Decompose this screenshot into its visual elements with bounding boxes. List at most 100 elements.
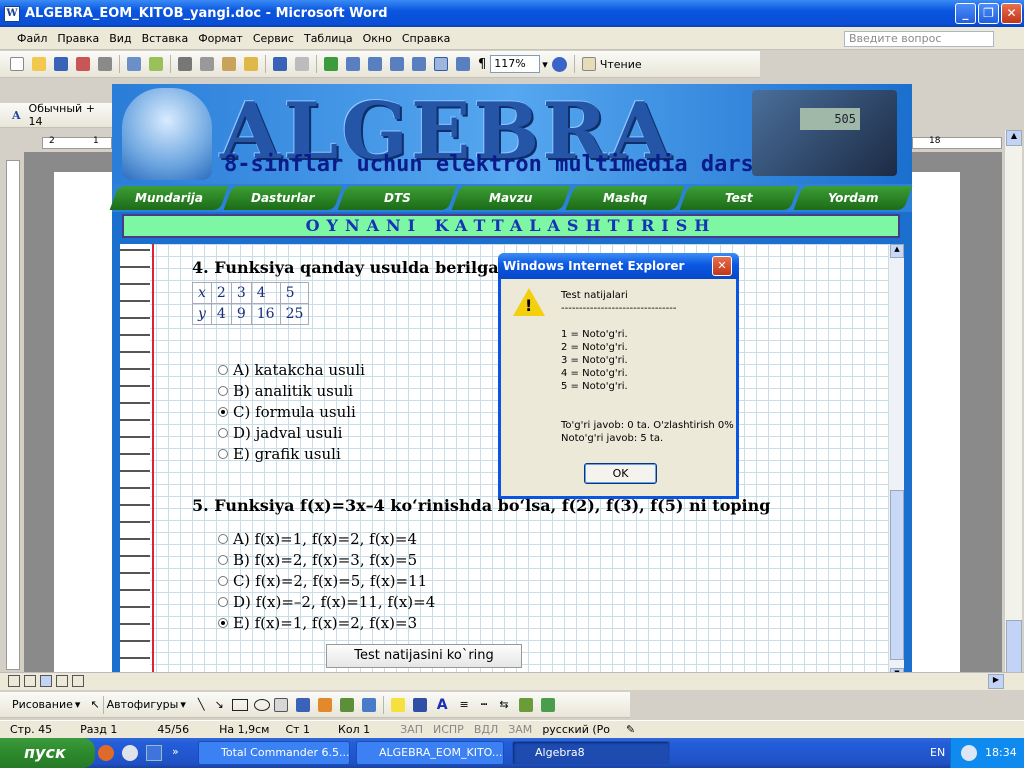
quicklaunch-more-icon[interactable]: » [172, 745, 179, 758]
insert-table-icon[interactable] [368, 57, 382, 71]
option-5a[interactable]: A) f(x)=1, f(x)=2, f(x)=4 [218, 528, 435, 549]
scroll-thumb[interactable] [1006, 620, 1022, 680]
menu-edit[interactable]: Правка [52, 32, 104, 45]
undo-icon[interactable] [273, 57, 287, 71]
menu-window[interactable]: Окно [358, 32, 397, 45]
option-4a[interactable]: A) katakcha usuli [218, 359, 365, 380]
menu-format[interactable]: Формат [193, 32, 248, 45]
select-objects-icon[interactable]: ↖ [90, 698, 99, 711]
outline-view-icon[interactable] [56, 675, 68, 687]
menu-table[interactable]: Таблица [299, 32, 358, 45]
start-button[interactable]: пуск [0, 738, 95, 768]
content-vscroll[interactable]: ▲ ▼ [888, 244, 904, 684]
scroll-thumb[interactable] [890, 490, 904, 660]
help-icon[interactable] [551, 56, 567, 72]
enlarge-window-strip[interactable]: OYNANI KATTALASHTIRISH [122, 214, 900, 238]
nav-mavzu[interactable]: Mavzu [451, 186, 571, 210]
nav-mundarija[interactable]: Mundarija [109, 186, 229, 210]
option-5b[interactable]: B) f(x)=2, f(x)=3, f(x)=5 [218, 549, 435, 570]
textbox-icon[interactable] [273, 697, 288, 712]
arrow-icon[interactable]: ↘ [214, 698, 223, 711]
nav-mashq[interactable]: Mashq [565, 186, 685, 210]
option-4b[interactable]: B) analitik usuli [218, 380, 365, 401]
read-icon[interactable] [581, 57, 596, 71]
oval-icon[interactable] [253, 698, 270, 711]
redo-icon[interactable] [295, 57, 309, 71]
web-view-icon[interactable] [24, 675, 36, 687]
radio-button[interactable] [218, 554, 228, 565]
open-folder-icon[interactable] [32, 57, 46, 71]
scroll-right-icon[interactable]: ▶ [988, 674, 1004, 689]
rectangle-icon[interactable] [231, 698, 248, 711]
radio-button[interactable] [218, 448, 228, 459]
3d-icon[interactable] [540, 697, 555, 712]
language-indicator[interactable]: EN [930, 738, 945, 768]
tables-borders-icon[interactable] [346, 57, 360, 71]
radio-button[interactable] [218, 575, 228, 586]
reading-button[interactable]: Чтение [600, 58, 642, 71]
status-rec[interactable]: ЗАП [400, 723, 423, 736]
line-icon[interactable]: ╲ [198, 698, 205, 711]
spelling-status-icon[interactable]: ✎ [626, 723, 635, 736]
menu-insert[interactable]: Вставка [137, 32, 194, 45]
copy-icon[interactable] [200, 57, 214, 71]
menu-file[interactable]: Файл [12, 32, 52, 45]
clipart-icon[interactable] [339, 697, 354, 712]
menu-view[interactable]: Вид [104, 32, 136, 45]
dialog-close-button[interactable]: ✕ [712, 256, 732, 276]
minimize-button[interactable]: _ [955, 3, 976, 24]
show-hide-icon[interactable]: ¶ [478, 57, 486, 72]
option-5d[interactable]: D) f(x)=–2, f(x)=11, f(x)=4 [218, 591, 435, 612]
task-total-commander[interactable]: Total Commander 6.5... [198, 741, 350, 765]
status-ext[interactable]: ВДЛ [474, 723, 498, 736]
drawing-icon[interactable] [434, 57, 448, 71]
normal-view-icon[interactable] [8, 675, 20, 687]
fill-color-icon[interactable] [390, 697, 405, 712]
close-button[interactable]: ✕ [1001, 3, 1022, 24]
option-4e[interactable]: E) grafik usuli [218, 443, 365, 464]
style-select[interactable]: Обычный + 14 [29, 102, 112, 128]
permission-icon[interactable] [76, 57, 90, 71]
ok-button[interactable]: OK [584, 463, 657, 484]
option-4d[interactable]: D) jadval usuli [218, 422, 365, 443]
save-icon[interactable] [54, 57, 68, 71]
zoom-select[interactable]: 117% [490, 55, 541, 73]
radio-button[interactable] [218, 427, 228, 438]
styles-icon[interactable]: A [12, 109, 21, 122]
menu-help[interactable]: Справка [397, 32, 455, 45]
arrow-style-icon[interactable]: ⇆ [499, 698, 508, 711]
status-trk[interactable]: ИСПР [433, 723, 464, 736]
radio-button[interactable] [218, 406, 228, 417]
autoshapes-menu[interactable]: Автофигуры [107, 698, 179, 711]
picture-icon[interactable] [361, 697, 376, 712]
spelling-icon[interactable] [149, 57, 163, 71]
menu-tools[interactable]: Сервис [248, 32, 299, 45]
task-algebra8[interactable]: Algebra8 [512, 741, 670, 765]
ask-question-input[interactable]: Введите вопрос [844, 31, 994, 47]
shadow-icon[interactable] [518, 697, 533, 712]
radio-button[interactable] [218, 617, 228, 628]
diagram-icon[interactable] [317, 697, 332, 712]
scroll-up-icon[interactable]: ▲ [1006, 130, 1022, 146]
new-doc-icon[interactable] [10, 57, 24, 71]
option-5e[interactable]: E) f(x)=1, f(x)=2, f(x)=3 [218, 612, 435, 633]
nav-test[interactable]: Test [679, 186, 799, 210]
font-color-icon[interactable]: A [437, 697, 448, 713]
status-ovr[interactable]: ЗАМ [508, 723, 532, 736]
dash-style-icon[interactable]: ┅ [481, 698, 488, 711]
show-results-button[interactable]: Test natijasini ko`ring [326, 644, 522, 668]
reading-view-icon[interactable] [72, 675, 84, 687]
hyperlink-icon[interactable] [324, 57, 338, 71]
radio-button[interactable] [218, 364, 228, 375]
option-4c[interactable]: C) formula usuli [218, 401, 365, 422]
task-word-doc[interactable]: ALGEBRA_EOM_KITO... [356, 741, 504, 765]
doc-map-icon[interactable] [456, 57, 470, 71]
cut-icon[interactable] [178, 57, 192, 71]
quicklaunch-media-icon[interactable] [122, 745, 138, 761]
print-view-icon[interactable] [40, 675, 52, 687]
format-painter-icon[interactable] [244, 57, 258, 71]
excel-icon[interactable] [390, 57, 404, 71]
line-color-icon[interactable] [412, 697, 427, 712]
word-vscroll[interactable]: ▲ [1004, 130, 1022, 686]
option-5c[interactable]: C) f(x)=2, f(x)=5, f(x)=11 [218, 570, 435, 591]
